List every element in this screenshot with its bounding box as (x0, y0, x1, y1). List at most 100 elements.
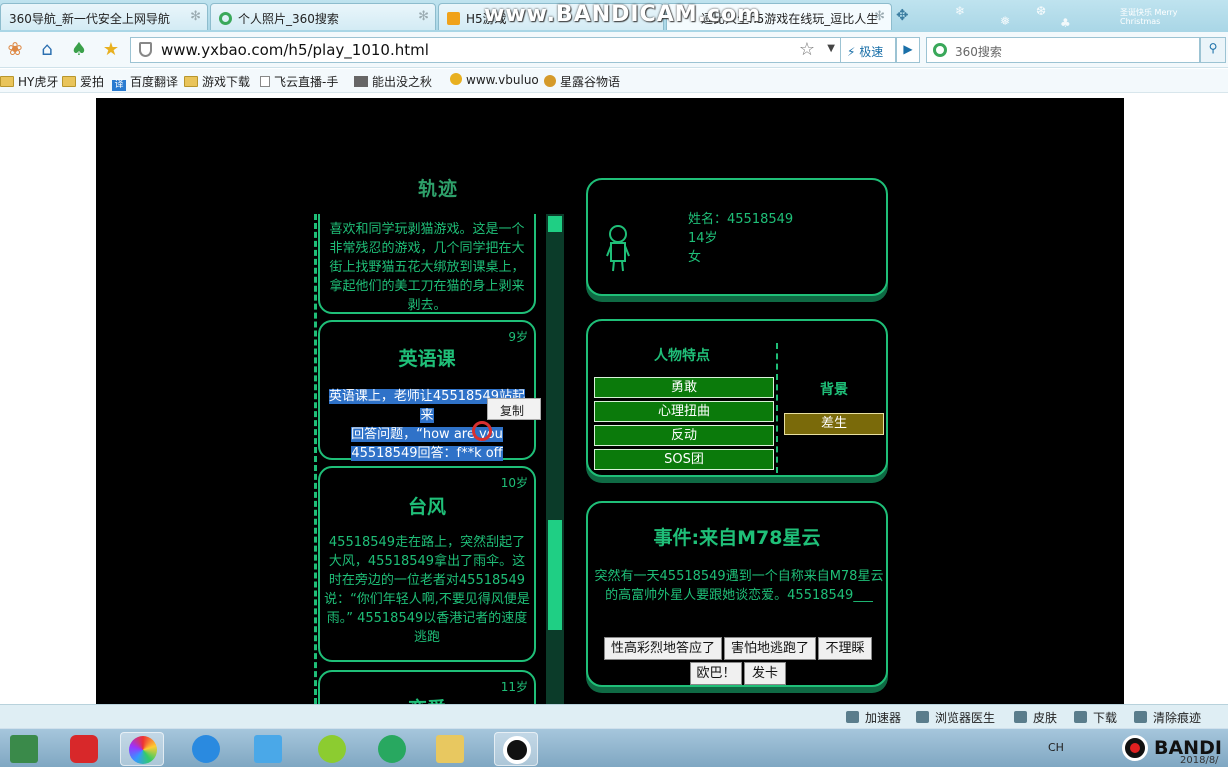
bookmark-feiyun[interactable]: 飞云直播-手 (260, 73, 338, 90)
clear-history-button[interactable]: 清除痕迹 (1134, 709, 1201, 726)
bookmark-baidu-translate[interactable]: 译百度翻译 (112, 73, 178, 91)
card-age: 10岁 (500, 476, 528, 490)
bookmark-autumn[interactable]: 能出没之秋 (354, 73, 432, 90)
tab-close-icon[interactable]: ✻ (874, 9, 885, 24)
record-icon (503, 736, 531, 764)
download-button[interactable]: 下载 (1074, 709, 1117, 726)
skin-button[interactable]: 皮肤 (1014, 709, 1057, 726)
windows-taskbar: CH BANDI 2018/8/ (0, 728, 1228, 767)
search-icon[interactable]: ⚲ (1200, 37, 1226, 63)
taskbar-app-netease-music[interactable] (62, 732, 106, 766)
profile-panel: 姓名：45518549 14岁 女 (586, 178, 888, 296)
tab-360-nav[interactable]: 360导航_新一代安全上网导航 ✻ (0, 3, 208, 30)
tab-close-icon[interactable]: ✻ (418, 9, 429, 24)
search-input[interactable]: 360搜索 (926, 37, 1200, 63)
scrollbar-arrow[interactable] (548, 216, 562, 232)
accelerator-button[interactable]: 加速器 (846, 709, 901, 726)
taskbar-app-bandicam[interactable] (494, 732, 538, 766)
browser-status-bar: 加速器 浏览器医生 皮肤 下载 清除痕迹 (0, 704, 1228, 728)
event-card-english-class: 9岁 英语课 英语课上，老师让45518549站起来 回答问题，“how are… (318, 320, 536, 461)
skin-icon (1014, 711, 1027, 723)
taskbar-app-desktop[interactable] (2, 732, 46, 766)
taskbar-app-remote[interactable] (246, 732, 290, 766)
accelerator-icon (846, 711, 859, 723)
option-ignore-button[interactable]: 不理睬 (818, 637, 872, 660)
snowflake-icon: ❄ (955, 4, 966, 18)
chat-icon (192, 735, 220, 763)
lightning-icon: ⚡ (847, 45, 856, 59)
tree-icon[interactable]: ♠ (68, 39, 90, 61)
tab-close-icon[interactable]: ✻ (190, 9, 201, 24)
selected-text: 45518549回答：f**k off (351, 446, 503, 461)
background-title: 背景 (820, 382, 848, 398)
go-arrow-icon[interactable]: ▶ (896, 37, 920, 63)
bookmarks-bar: HY虎牙 爱拍 译百度翻译 游戏下载 飞云直播-手 能出没之秋 www.vbul… (0, 69, 1228, 93)
game-canvas: 轨迹 喜欢和同学玩剥猫游戏。这是一个非常残忍的游戏，几个同学把在大街上找野猫五花… (96, 98, 1124, 704)
bookmark-label: 飞云直播-手 (274, 75, 339, 89)
status-label: 下载 (1093, 711, 1118, 725)
option-accept-button[interactable]: 性高彩烈地答应了 (604, 637, 722, 660)
address-bar[interactable]: www.yxbao.com/h5/play_1010.html ☆ ▼ (130, 37, 842, 63)
browser-doctor-button[interactable]: 浏览器医生 (916, 709, 995, 726)
bandicam-record-icon[interactable] (1122, 735, 1148, 761)
taskbar-app-qq[interactable] (184, 732, 228, 766)
status-label: 浏览器医生 (935, 711, 996, 725)
music-icon (70, 735, 98, 763)
profile-age: 14岁 (688, 231, 718, 246)
snowflake-icon: ❆ (1036, 4, 1047, 18)
bookmark-label: 百度翻译 (130, 75, 179, 89)
security-shield-icon (139, 42, 152, 57)
timeline-scrollbar[interactable] (546, 214, 564, 704)
event-panel: 事件:来自M78星云 突然有一天45518549遇到一个自称来自M78星云的高富… (586, 501, 888, 687)
taskbar-app-360-safe[interactable] (310, 732, 354, 766)
url-text[interactable]: www.yxbao.com/h5/play_1010.html (161, 41, 429, 59)
bookmark-label: www.vbuluo (466, 73, 539, 87)
taskbar-app-speedtest[interactable] (370, 732, 414, 766)
trait-twisted: 心理扭曲 (594, 401, 774, 422)
speed-label: 极速 (859, 45, 884, 59)
person-figure-icon (606, 225, 630, 272)
taskbar-app-360-browser[interactable] (120, 732, 164, 766)
input-language[interactable]: CH (1048, 741, 1064, 754)
chevron-down-icon[interactable]: ▼ (827, 43, 835, 54)
event-card-love: 11岁 恋爱 (318, 670, 536, 704)
bookmark-label: 能出没之秋 (372, 75, 433, 89)
bookmark-aipai[interactable]: 爱拍 (62, 73, 104, 90)
card-text: 45518549走在路上，突然刮起了大风，45518549拿出了雨伞。这时在旁边… (324, 535, 530, 645)
new-tab-icon[interactable]: ✥ (896, 6, 909, 24)
lollipop-icon[interactable]: ❀ (4, 39, 26, 61)
bookmark-star-icon[interactable]: ☆ (799, 39, 815, 60)
bookmark-game-download[interactable]: 游戏下载 (184, 73, 250, 90)
download-icon (1074, 711, 1087, 723)
home-icon[interactable]: ⌂ (36, 39, 58, 61)
bookmark-huya[interactable]: HY虎牙 (0, 73, 58, 90)
taskbar-app-explorer[interactable] (428, 732, 472, 766)
favorites-star-icon[interactable]: ★ (100, 39, 122, 61)
trail-timeline[interactable]: 喜欢和同学玩剥猫游戏。这是一个非常残忍的游戏，几个同学把在大街上找野猫五花大绑放… (314, 214, 540, 704)
event-card-typhoon: 10岁 台风 45518549走在路上，突然刮起了大风，45518549拿出了雨… (318, 466, 536, 662)
speed-mode-button[interactable]: ⚡ 极速 (840, 37, 896, 63)
scrollbar-thumb[interactable] (548, 520, 562, 630)
bookmark-vbuluo[interactable]: www.vbuluo (450, 73, 539, 87)
bookmark-stardew[interactable]: 星露谷物语 (544, 73, 620, 90)
card-age: 9岁 (508, 330, 528, 344)
trait-sos-brigade: SOS团 (594, 449, 774, 470)
tab-label: 个人照片_360搜索 (238, 12, 339, 26)
profile-gender: 女 (688, 250, 702, 265)
card-text: 喜欢和同学玩剥猫游戏。这是一个非常残忍的游戏，几个同学把在大街上找野猫五花大绑放… (329, 222, 525, 313)
context-menu-copy[interactable]: 复制 (487, 398, 541, 420)
option-card-button[interactable]: 发卡 (744, 662, 786, 685)
folder-icon (0, 76, 14, 87)
option-flee-button[interactable]: 害怕地逃跑了 (724, 637, 816, 660)
tab-360-search[interactable]: 个人照片_360搜索 ✻ (210, 3, 436, 30)
arrow-icon (378, 735, 406, 763)
timeline-line (314, 214, 317, 704)
option-oppa-button[interactable]: 欧巴！ (690, 662, 742, 685)
status-label: 皮肤 (1033, 711, 1058, 725)
folder-icon (184, 76, 198, 87)
site-icon (450, 73, 462, 85)
trait-rebellious: 反动 (594, 425, 774, 446)
trail-title: 轨迹 (418, 178, 459, 200)
profile-info: 姓名：45518549 14岁 女 (688, 210, 793, 267)
taskbar-clock[interactable]: 2018/8/ (1180, 755, 1219, 766)
